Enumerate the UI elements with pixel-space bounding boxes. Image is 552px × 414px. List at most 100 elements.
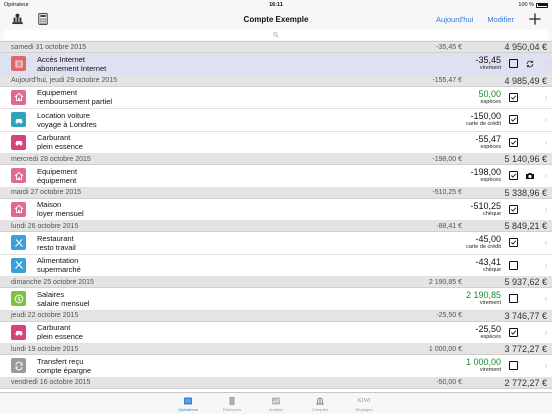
clock-label: 16:11 <box>269 2 283 8</box>
operation-subtitle: équipement <box>37 175 77 185</box>
operation-title: Carburant <box>37 133 71 143</box>
bank-icon <box>315 396 325 406</box>
payment-method: chèque <box>482 266 501 273</box>
section-date: Aujourd'hui, jeudi 29 octobre 2015 <box>11 77 118 84</box>
operation-title: Salaires <box>37 289 65 299</box>
payment-method: espèces <box>480 177 502 184</box>
operation-row[interactable]: $ Salaires salaire mensuel 2 190,85 virement… <box>0 288 552 311</box>
reconciled-checkbox[interactable] <box>509 137 518 147</box>
tab-comptes[interactable]: Comptes <box>298 393 342 414</box>
food-icon <box>11 235 26 251</box>
section-balance: 5 140,96 € <box>504 154 547 164</box>
section-header: mercredi 28 octobre 2015 -198,00 € 5 140,9… <box>0 154 552 165</box>
operation-amount: -510,25 <box>470 200 501 211</box>
reconciled-checkbox[interactable] <box>509 260 518 270</box>
operation-amount: -198,00 <box>470 167 501 178</box>
operation-amount: -35,45 <box>475 55 501 66</box>
car-icon <box>11 112 26 128</box>
section-balance: 4 950,04 € <box>504 42 547 52</box>
reconciled-checkbox[interactable] <box>509 115 518 125</box>
section-date: mardi 27 octobre 2015 <box>11 189 82 196</box>
chevron-right-icon: › <box>544 294 548 304</box>
section-delta: -25,50 € <box>436 312 462 319</box>
operation-amount: 2 190,85 <box>465 290 501 301</box>
section-delta: -50,00 € <box>436 379 462 386</box>
section-delta: -510,25 € <box>432 189 462 196</box>
section-balance: 5 849,21 € <box>504 221 547 231</box>
operation-row[interactable]: Transfert reçu compte épargne 1 000,00 vire… <box>0 355 552 378</box>
operation-row[interactable]: Carburant plein essence -25,50 espèces › <box>0 321 552 344</box>
operation-title: Carburant <box>37 323 71 333</box>
reconciled-checkbox[interactable] <box>509 294 518 304</box>
section-delta: -198,00 € <box>432 155 462 163</box>
camera-icon[interactable] <box>524 170 535 181</box>
section-header: vendredi 16 octobre 2015 -50,00 € 2 772,27… <box>0 377 552 389</box>
section-balance: 2 772,27 € <box>504 377 547 388</box>
section-header: mardi 27 octobre 2015 -510,25 € 5 338,96 € <box>0 187 552 199</box>
accounts-icon[interactable] <box>10 12 24 26</box>
chevron-right-icon: › <box>544 137 548 147</box>
operation-title: Equipement <box>37 88 78 98</box>
edit-button[interactable]: Modifier <box>487 15 514 24</box>
today-button[interactable]: Aujourd'hui <box>436 15 473 24</box>
tab-label: Opérations <box>178 407 198 412</box>
operation-title: Accès Internet <box>37 54 85 64</box>
section-date: vendredi 16 octobre 2015 <box>11 379 91 386</box>
section-balance: 4 985,49 € <box>504 75 547 86</box>
chevron-right-icon: › <box>544 204 548 214</box>
operation-subtitle: salaire mensuel <box>37 298 90 308</box>
section-header: lundi 26 octobre 2015 -88,41 € 5 849,21 € <box>0 221 552 232</box>
operation-title: Maison <box>37 200 62 210</box>
payment-method: virement <box>479 300 501 307</box>
reconciled-checkbox[interactable] <box>509 171 518 181</box>
chart-icon <box>271 396 281 406</box>
car-icon <box>11 134 26 150</box>
section-header: samedi 31 octobre 2015 -35,45 € 4 950,04 € <box>0 42 552 53</box>
reconciled-checkbox[interactable] <box>509 327 518 337</box>
budget-icon <box>227 396 237 406</box>
chevron-right-icon: › <box>544 115 548 125</box>
operation-amount: -45,00 <box>475 234 501 245</box>
money-icon: $ <box>11 291 26 307</box>
house-icon <box>11 89 26 105</box>
operation-subtitle: abonnement Internet <box>37 63 107 73</box>
reconciled-checkbox[interactable] <box>509 59 518 69</box>
operation-subtitle: supermarché <box>37 265 81 275</box>
battery-icon <box>536 2 548 8</box>
payment-method: virement <box>479 367 501 374</box>
svg-text:$: $ <box>17 297 20 303</box>
reconciled-checkbox[interactable] <box>509 92 518 102</box>
add-icon[interactable] <box>528 12 542 26</box>
tab-analyse[interactable]: Analyse <box>254 393 298 414</box>
transfer-icon <box>11 358 26 374</box>
tab-operations[interactable]: Opérations <box>166 393 210 414</box>
reconciled-checkbox[interactable] <box>509 361 518 371</box>
search-icon <box>273 32 279 38</box>
chevron-right-icon: › <box>544 92 548 102</box>
search-input[interactable] <box>4 30 548 40</box>
operation-row[interactable]: Equipement remboursement partiel 50,00 espè… <box>0 86 552 109</box>
section-balance: 3 746,77 € <box>504 310 547 321</box>
section-delta: -88,41 € <box>436 222 462 230</box>
payment-method: espèces <box>480 98 502 105</box>
repeat-icon[interactable] <box>524 58 535 69</box>
operation-subtitle: plein essence <box>37 142 83 152</box>
operation-row[interactable]: Maison loyer mensuel -510,25 chèque › <box>0 198 552 221</box>
operation-row[interactable]: Restaurant resto travail -45,00 carte de cr… <box>0 232 552 255</box>
section-delta: 1 000,00 € <box>428 345 462 353</box>
payment-method: chèque <box>482 210 501 217</box>
tab-budgets[interactable]: Rubriques <box>210 393 254 414</box>
calculator-icon[interactable] <box>36 12 50 26</box>
operation-title: Location voiture <box>37 110 90 120</box>
operation-row[interactable]: Carburant plein essence -55,47 espèces › <box>0 131 552 154</box>
reconciled-checkbox[interactable] <box>509 238 518 248</box>
operations-list[interactable]: samedi 31 octobre 2015 -35,45 € 4 950,04 €… <box>0 42 552 392</box>
operation-row[interactable]: Accès Internet abonnement Internet -35,45 v… <box>0 53 552 76</box>
operation-row[interactable]: Location voiture voyage à Londres -150,00 c… <box>0 109 552 132</box>
operation-row[interactable]: Equipement équipement -198,00 espèces › <box>0 165 552 188</box>
section-date: lundi 19 octobre 2015 <box>11 345 79 353</box>
operation-subtitle: voyage à Londres <box>37 119 97 129</box>
operation-row[interactable]: Alimentation supermarché -43,41 chèque › <box>0 254 552 277</box>
tab-reglages[interactable]: KiWi Réglages <box>342 393 386 414</box>
reconciled-checkbox[interactable] <box>509 204 518 214</box>
